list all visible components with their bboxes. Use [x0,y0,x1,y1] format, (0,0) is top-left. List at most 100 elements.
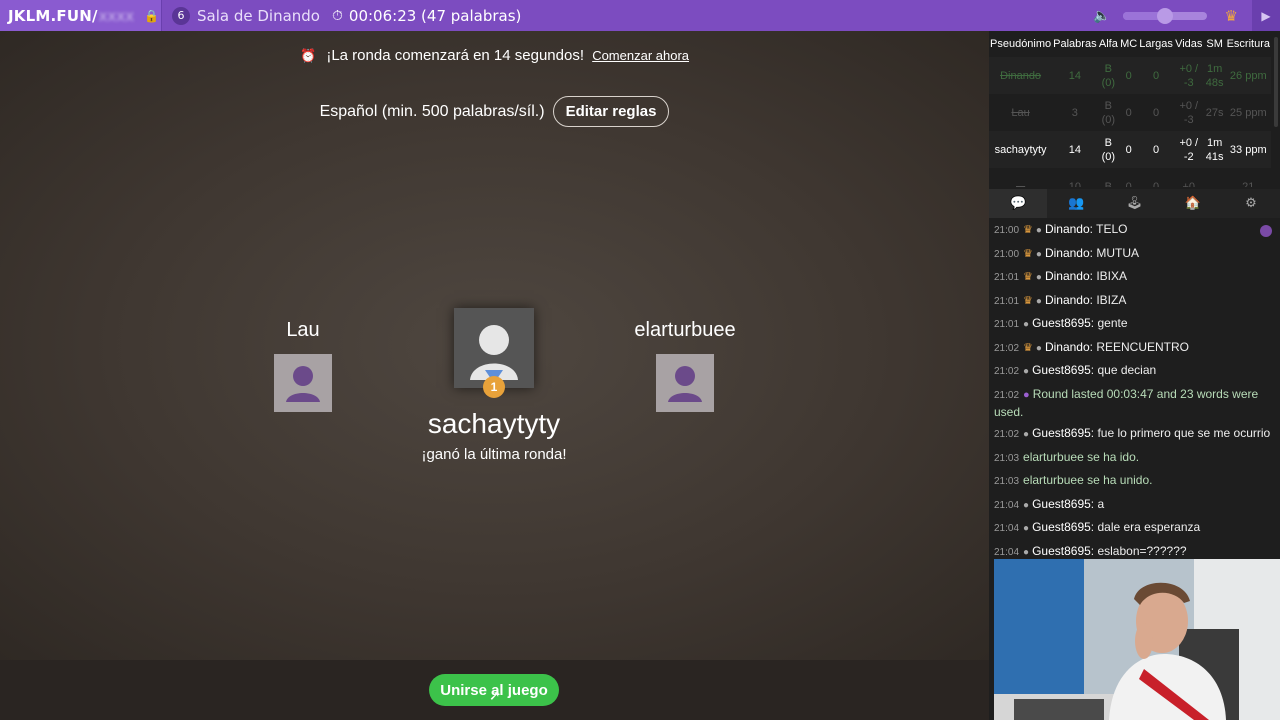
chat-message: 21:00 ♛ ● Dinando: MUTUA [994,245,1139,260]
chat-author[interactable]: Dinando [1045,340,1090,354]
joystick-icon: ● [1023,388,1030,401]
joystick-icon: 🕹 [1126,196,1143,211]
scoreboard-header[interactable]: MC [1119,31,1138,57]
chat-message: 21:04 ● Guest8695: a [994,496,1105,511]
chat-author[interactable]: Dinando [1045,293,1090,307]
scoreboard-header[interactable]: Pseudónimo [989,31,1052,57]
scoreboard-header[interactable]: Largas [1138,31,1174,57]
stopwatch-icon: ⏱ [331,7,343,24]
scoreboard-row: ... 10 B 0 0 +0... 21 [989,168,1271,188]
tab-rules[interactable]: 🕹 [1105,189,1163,218]
tab-room[interactable]: 🏠 [1164,189,1222,218]
chat-message: 21:01 ● Guest8695: gente [994,316,1128,330]
winner-subtitle: ¡ganó la última ronda! [421,446,567,463]
scoreboard-cell-escritura: 21 [1242,180,1255,188]
scoreboard-cell-mc: 0 [1125,69,1132,82]
chat-timestamp: 21:01 [994,295,1020,307]
crown-icon: ♛ [1023,341,1033,354]
start-now-link[interactable]: Comenzar ahora [592,48,689,63]
webcam-image [994,559,1280,720]
volume-slider[interactable] [1122,7,1207,24]
timer-text: 00:06:23 (47 palabras) [348,6,522,25]
scoreboard-header[interactable]: SM [1204,31,1226,57]
scoreboard-cell-words: 10 [1068,180,1081,188]
webcam-overlay [994,559,1280,720]
scoreboard-cell-name: sachaytyty [994,143,1047,156]
scoreboard-header[interactable]: Vidas [1174,31,1204,57]
edit-rules-button[interactable]: Editar reglas [552,96,670,127]
chat-author[interactable]: Guest8695 [1032,426,1091,440]
user-icon: ● [1035,248,1042,260]
avatar [274,354,332,412]
chat-message: 21:04 ● Guest8695: eslabon=?????? [994,543,1187,558]
chat-text: a [1097,496,1105,511]
scoreboard-cell-mc: 0 [1125,143,1132,156]
chat-timestamp: 21:00 [994,225,1020,236]
sidebar-tabs: 💬 👥 🕹 🏠 ⚙ [989,189,1280,218]
medal-icon: 1 [482,370,506,400]
scoreboard-cell-sm: ... [1210,180,1220,188]
sidebar: Pseudónimo Palabras Alfa MC Largas Vidas SM Esc… [989,31,1280,720]
winner-avatar: 1 [454,308,534,398]
chat-author[interactable]: Guest8695 [1032,520,1091,534]
player-name: elarturbuee [634,319,736,341]
scoreboard-cell-name: ... [1015,180,1026,188]
scoreboard-cell-words: 3 [1071,106,1078,119]
volume-icon[interactable]: 🔈 [1093,8,1110,24]
scoreboard-cell-escritura: 33 ppm [1229,143,1267,156]
tab-players[interactable]: 👥 [1047,189,1105,218]
scoreboard-cell-vidas: +0 [1182,180,1196,188]
scoreboard-cell-alfa: B [1104,180,1113,188]
avatar [656,354,714,412]
chat-timestamp: 21:03 [994,452,1020,464]
user-icon: ● [1023,366,1030,377]
tab-chat[interactable]: 💬 [989,189,1048,218]
chat-author[interactable]: Guest8695 [1032,544,1091,558]
scoreboard[interactable]: Pseudónimo Palabras Alfa MC Largas Vidas SM Esc… [989,31,1280,187]
chat-text: TELO [1096,222,1128,236]
scoreboard-scrollbar[interactable] [1274,37,1278,127]
scoreboard-cell-name: Dinando [1000,69,1042,82]
game-area: ⏰ ¡La ronda comenzará en 14 segundos! Co… [0,31,989,660]
top-controls: 🔈 ♛ ▶ [1093,0,1280,31]
chat-timestamp: 21:02 [994,342,1020,354]
scoreboard-header[interactable]: Alfa [1098,31,1120,57]
scoreboard-cell-alfa: B (0) [1101,99,1116,126]
scoreboard-cell-largas: 0 [1152,69,1160,82]
user-icon: ● [1035,225,1042,236]
chat-timestamp: 21:02 [994,429,1020,440]
chat-message: 21:01 ♛ ● Dinando: IBIXA [994,269,1128,283]
scoreboard-row: Dinando 14 B (0) 0 0 +0 / -3 1m 48s 26 ppm [989,57,1271,94]
default-avatar-icon [656,354,714,412]
room-link[interactable]: JKLM.FUN/ xxxx 🔒 [0,0,162,31]
collapse-sidebar-button[interactable]: ▶ [1252,0,1280,31]
scoreboard-cell-escritura: 25 ppm [1229,106,1267,119]
rules-summary: Español (min. 500 palabras/síl.) [319,102,545,120]
mouse-cursor-icon: ➚ [489,688,501,704]
scoreboard-cell-sm: 1m 48s [1205,62,1224,89]
chat-author[interactable]: Dinando [1045,269,1090,283]
chat-timestamp: 21:02 [994,389,1020,401]
scoreboard-row: Lau 3 B (0) 0 0 +0 / -3 27s 25 ppm [989,94,1271,131]
scoreboard-header[interactable]: Escritura [1226,31,1271,57]
gear-icon: ⚙ [1245,196,1257,211]
scoreboard-header[interactable]: Palabras [1052,31,1097,57]
scoreboard-cell-mc: 0 [1125,106,1132,119]
lock-icon: 🔒 [144,8,160,23]
chat-author[interactable]: Dinando [1045,222,1090,236]
chat-author[interactable]: Dinando [1045,246,1090,260]
chat-timestamp: 21:03 [994,476,1020,487]
chat-timestamp: 21:04 [994,523,1020,534]
scoreboard-cell-sm: 1m 41s [1205,136,1224,163]
notification-dot-icon [1260,225,1272,237]
volume-slider-knob[interactable] [1156,7,1173,24]
chat-text: gente [1097,316,1128,330]
chat-author[interactable]: Guest8695 [1032,316,1091,330]
chat-author[interactable]: Guest8695 [1032,497,1091,511]
chat-log[interactable]: 21:00 ♛ ● Dinando: TELO 21:00 ♛ ● Dinando: MUTU… [989,221,1280,557]
chat-author[interactable]: Guest8695 [1032,363,1091,377]
crown-icon[interactable]: ♛ [1225,7,1238,25]
chat-message: 21:02 ● Round lasted 00:03:47 and 23 words… [994,386,1275,420]
tab-settings[interactable]: ⚙ [1222,189,1280,218]
player-count-badge: 6 [172,6,190,25]
